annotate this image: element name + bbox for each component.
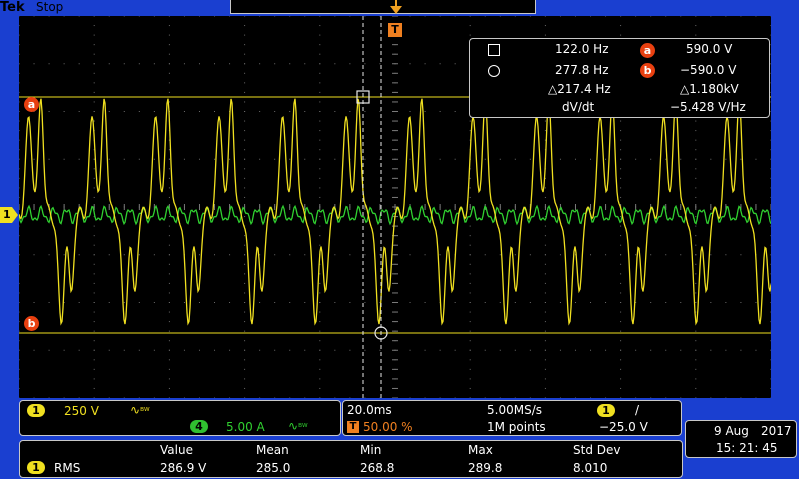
ch4-scale[interactable]: 5.00 A [226, 420, 265, 434]
channel-readout-panel[interactable]: 1 250 V ∿ᴮᵂ 4 5.00 A ∿ᴮᵂ [19, 400, 341, 436]
ch1-badge: 1 [27, 404, 45, 417]
circle-cursor-icon [488, 65, 500, 77]
cursor-a-badge: a [640, 43, 655, 58]
date-day-month: 9 Aug [714, 424, 749, 438]
delta-value: △1.180kV [680, 82, 739, 96]
time-of-day: 15: 21: 45 [716, 441, 778, 455]
cursor-readout-panel: 122.0 Hz 277.8 Hz △217.4 Hz dV/dt a b 59… [469, 38, 770, 118]
record-length[interactable]: 1M points [487, 420, 546, 434]
circle-cursor-freq: 277.8 Hz [555, 63, 609, 77]
ch1-ground-marker[interactable]: 1 [0, 207, 19, 223]
date-time-panel: 9 Aug 2017 15: 21: 45 [685, 420, 797, 458]
meas-type[interactable]: RMS [54, 461, 80, 475]
meas-header-mean: Mean [256, 443, 289, 457]
meas-header-max: Max [468, 443, 493, 457]
trigger-slope-icon[interactable]: / [635, 403, 639, 417]
meas-header-value: Value [160, 443, 193, 457]
meas-min: 268.8 [360, 461, 395, 475]
horizontal-trigger-panel[interactable]: 20.0ms T 50.00 % 5.00MS/s 1M points 1 / … [342, 400, 682, 436]
ch1-bw-limit-icon: ∿ᴮᵂ [130, 403, 150, 417]
acquisition-state[interactable]: Stop [36, 0, 63, 15]
cursor-a-marker[interactable]: a [24, 97, 39, 112]
sample-rate: 5.00MS/s [487, 403, 542, 417]
delta-freq: △217.4 Hz [548, 82, 611, 96]
dvdt-value: −5.428 V/Hz [670, 100, 746, 114]
ch1-waveform [19, 98, 771, 326]
date-year: 2017 [761, 424, 792, 438]
timebase[interactable]: 20.0ms [347, 403, 392, 417]
right-frame [771, 16, 799, 398]
square-cursor-icon [488, 44, 500, 56]
cursor-b-value: −590.0 V [680, 63, 737, 77]
trigger-position[interactable]: 50.00 % [363, 420, 413, 434]
meas-stddev: 8.010 [573, 461, 608, 475]
meas-ch1-badge: 1 [27, 461, 45, 474]
trigger-level[interactable]: −25.0 V [599, 420, 648, 434]
trigger-point-marker[interactable]: T [388, 23, 402, 37]
meas-header-min: Min [360, 443, 382, 457]
dvdt-label: dV/dt [562, 100, 595, 114]
square-cursor-freq: 122.0 Hz [555, 42, 609, 56]
cursor-b-marker[interactable]: b [24, 316, 39, 331]
cursor-b-badge: b [640, 63, 655, 78]
record-view-bar [230, 0, 536, 14]
trigger-source-badge: 1 [597, 404, 615, 417]
brand-logo: Tek [0, 0, 25, 15]
ch1-scale[interactable]: 250 V [64, 404, 99, 418]
meas-header-stddev: Std Dev [573, 443, 621, 457]
trigger-pos-badge: T [347, 421, 359, 433]
ch4-badge: 4 [190, 420, 208, 433]
ch4-bw-limit-icon: ∿ᴮᵂ [288, 419, 308, 433]
cursor-a-value: 590.0 V [686, 42, 733, 56]
measurement-panel[interactable]: Value Mean Min Max Std Dev 1 RMS 286.9 V… [19, 440, 683, 478]
meas-mean: 285.0 [256, 461, 291, 475]
meas-value: 286.9 V [160, 461, 207, 475]
trigger-position-arrow[interactable] [388, 0, 404, 22]
meas-max: 289.8 [468, 461, 503, 475]
